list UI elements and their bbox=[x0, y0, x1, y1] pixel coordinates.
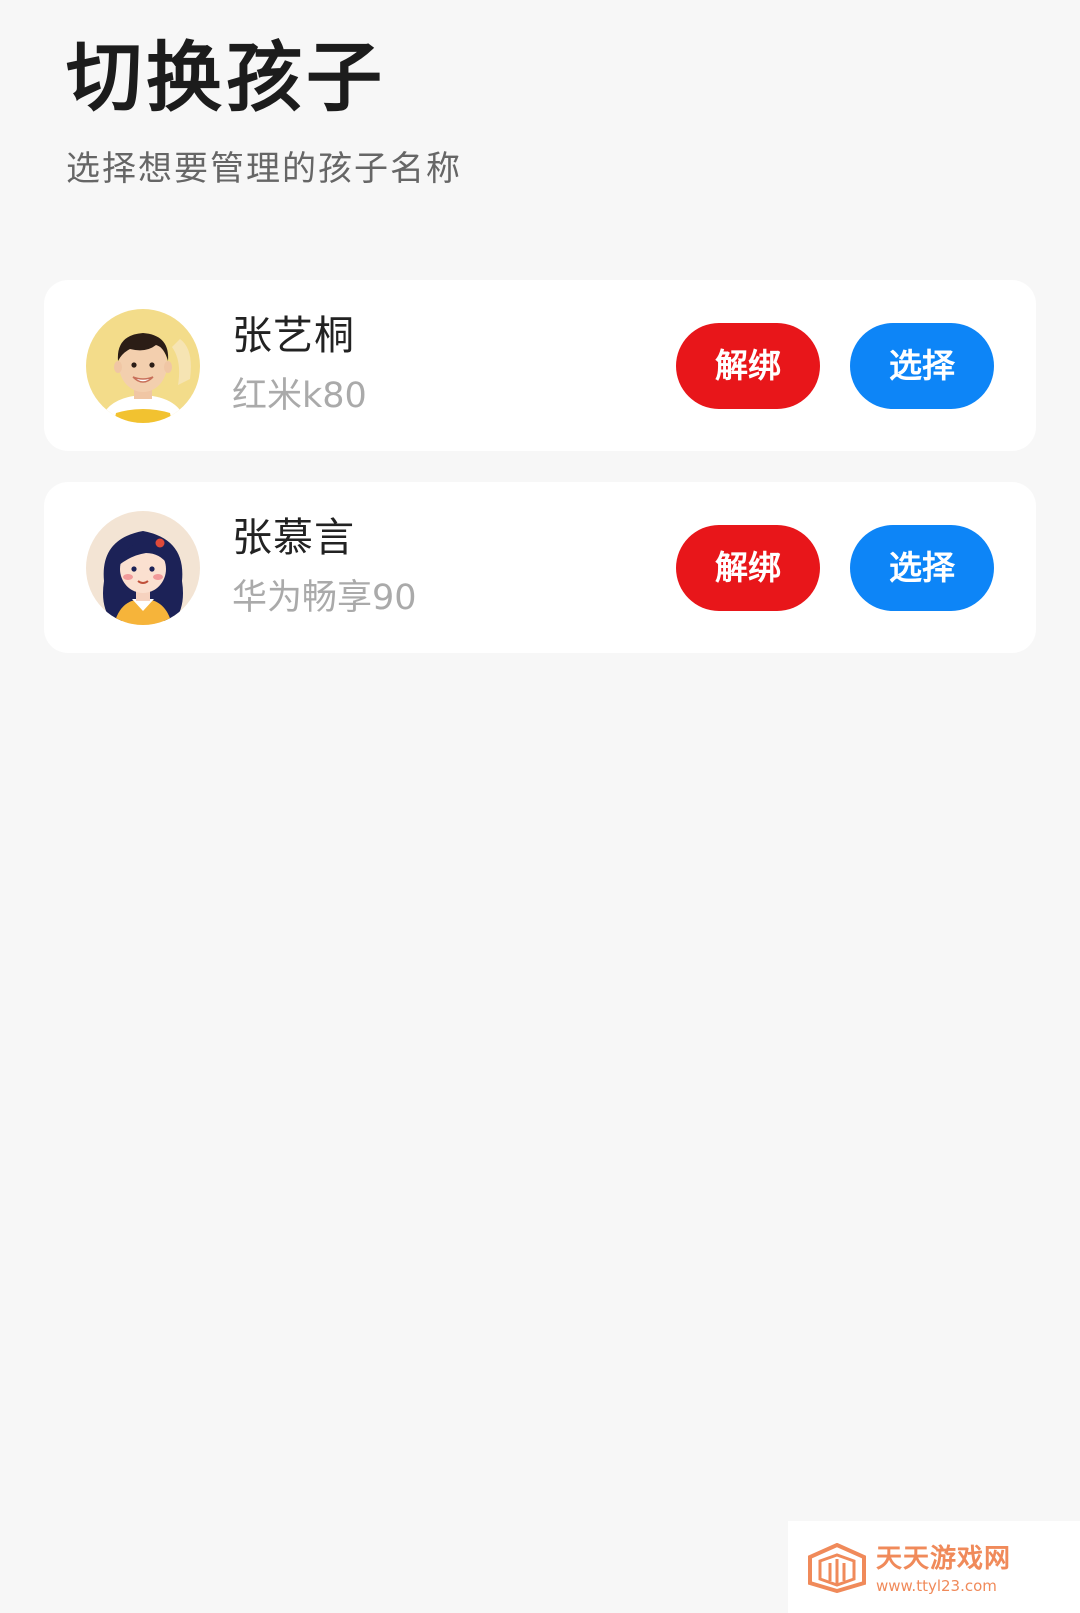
select-button[interactable]: 选择 bbox=[850, 323, 994, 409]
child-card: 张慕言 华为畅享90 解绑 选择 bbox=[44, 482, 1036, 653]
boy-avatar-icon bbox=[86, 309, 200, 423]
unbind-button[interactable]: 解绑 bbox=[676, 323, 820, 409]
girl-avatar-icon bbox=[86, 511, 200, 625]
unbind-button[interactable]: 解绑 bbox=[676, 525, 820, 611]
child-device: 华为畅享90 bbox=[232, 578, 417, 618]
child-name: 张艺桐 bbox=[232, 313, 355, 359]
page-title: 切换孩子 bbox=[66, 33, 386, 122]
child-name: 张慕言 bbox=[232, 515, 355, 561]
select-button[interactable]: 选择 bbox=[850, 525, 994, 611]
child-device: 红米k80 bbox=[232, 376, 367, 416]
child-card: 张艺桐 红米k80 解绑 选择 bbox=[44, 280, 1036, 451]
watermark-name: 天天游戏网 bbox=[876, 1544, 1012, 1574]
watermark-logo-icon bbox=[808, 1542, 866, 1597]
page-subtitle: 选择想要管理的孩子名称 bbox=[66, 149, 462, 189]
watermark-url: www.ttyl23.com bbox=[876, 1577, 997, 1595]
child-list: 张艺桐 红米k80 解绑 选择 张慕言 华为畅享90 解绑 选择 bbox=[44, 280, 1036, 684]
watermark: 天天游戏网 www.ttyl23.com bbox=[788, 1521, 1080, 1613]
